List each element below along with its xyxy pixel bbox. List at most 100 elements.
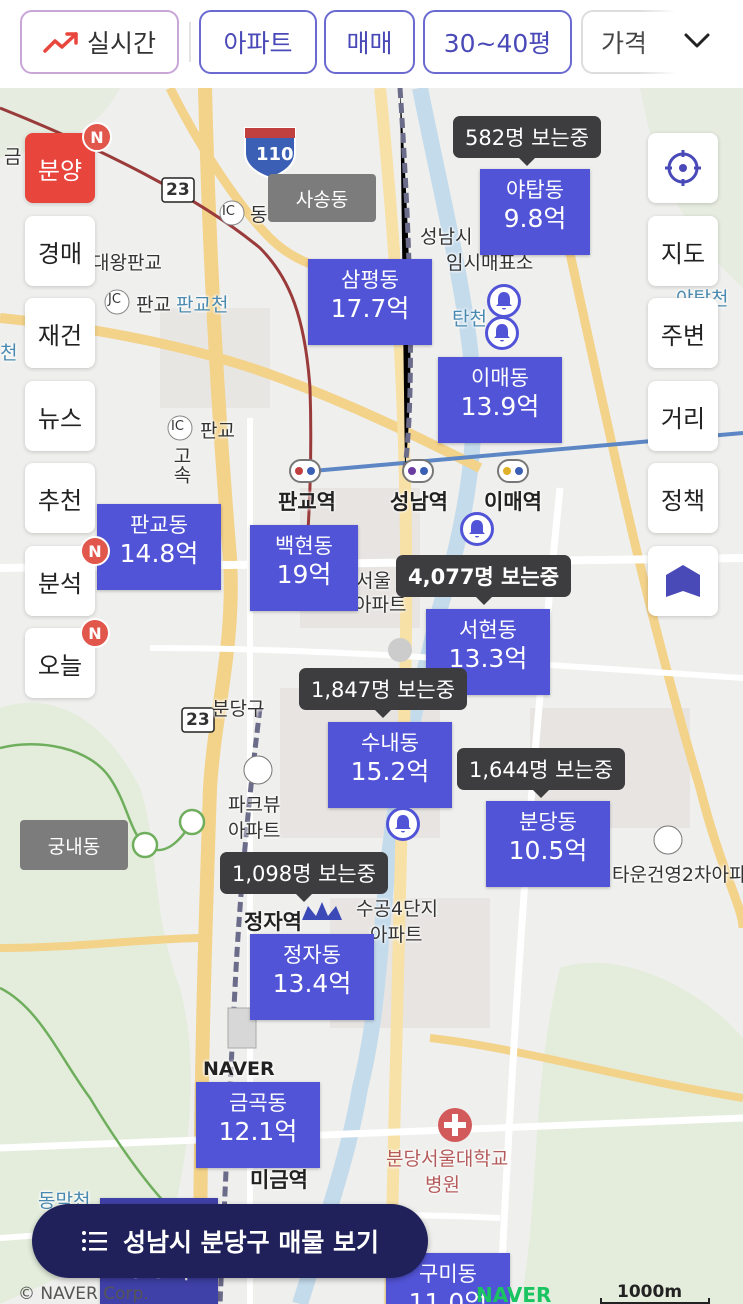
price-marker-baekhyeon[interactable]: 백현동 19억: [250, 525, 358, 611]
map-label-jc: JC: [108, 292, 121, 307]
side-button-map[interactable]: 지도: [648, 216, 718, 286]
side-button-auction[interactable]: 경매: [25, 216, 95, 286]
map-label-sugong: 수공4단지: [356, 898, 439, 920]
bell-icon[interactable]: [460, 512, 494, 546]
locate-button[interactable]: [648, 133, 718, 203]
price-marker-geumgok[interactable]: 금곡동 12.1억: [196, 1082, 320, 1168]
viewers-bubble-jeongja: 1,098명 보는중: [220, 852, 389, 902]
map-label-geum: 금: [4, 146, 22, 168]
price-marker-pangyo[interactable]: 판교동 14.8억: [97, 504, 221, 590]
road-number-110: 110: [256, 144, 294, 165]
viewers-bubble-yatap: 582명 보는중: [453, 116, 602, 166]
map-label-hospital2: 병원: [425, 1174, 460, 1196]
map-label-hospital: 분당서울대학교: [386, 1148, 509, 1170]
marker-price: 19억: [276, 560, 332, 589]
map-label-pangyo-jc: 판교: [136, 294, 171, 316]
marker-name: 이매동: [471, 366, 529, 390]
station-pangyo[interactable]: 판교역: [278, 486, 336, 516]
bell-icon[interactable]: [386, 807, 420, 841]
trending-up-icon: [43, 32, 78, 53]
realtime-chip[interactable]: 실시간: [20, 10, 179, 74]
filter-bar: 실시간 아파트 매매 30~40평 가격: [0, 0, 743, 88]
map-label-cheon: 천: [0, 342, 18, 364]
chevron-down-icon[interactable]: [680, 24, 714, 58]
area-tag-gungnae[interactable]: 궁내동: [20, 820, 128, 870]
marker-name: 판교동: [130, 513, 188, 537]
divider: [189, 22, 191, 62]
marker-name: 정자동: [283, 943, 341, 967]
price-marker-bundang[interactable]: 분당동 10.5억: [486, 801, 610, 887]
naver-logo: NAVER: [476, 1283, 552, 1304]
side-button-news[interactable]: 뉴스: [25, 381, 95, 451]
marker-name: 야탑동: [506, 178, 564, 202]
map-label-pangyo-stream: 판교천: [176, 294, 229, 316]
marker-name: 백현동: [275, 534, 333, 558]
side-button-policy[interactable]: 정책: [648, 463, 718, 533]
price-marker-yatap[interactable]: 야탑동 9.8억: [480, 169, 590, 255]
marker-price: 13.9억: [460, 392, 540, 421]
filter-chip-apartment[interactable]: 아파트: [199, 10, 317, 74]
viewers-bubble-bundang: 1,644명 보는중: [457, 748, 626, 798]
new-badge: N: [80, 618, 110, 648]
map-label-sugong-apt: 아파트: [370, 924, 423, 946]
realtime-label: 실시간: [86, 29, 156, 58]
marker-price: 9.8억: [503, 204, 567, 233]
bell-icon[interactable]: [485, 316, 519, 350]
price-marker-imae[interactable]: 이매동 13.9억: [438, 357, 562, 443]
new-badge: N: [80, 536, 110, 566]
bell-icon[interactable]: [487, 284, 521, 318]
price-marker-sampyeong[interactable]: 삼평동 17.7억: [308, 259, 432, 345]
road-number-23-top: 23: [166, 180, 190, 200]
map-label-pangyo-ic: 판교: [200, 420, 235, 442]
view-listings-button[interactable]: 성남시 분당구 매물 보기: [32, 1204, 428, 1278]
view-listings-label: 성남시 분당구 매물 보기: [122, 1228, 380, 1257]
station-migeum[interactable]: 미금역: [250, 1164, 308, 1194]
map-label-parkview: 파크뷰: [228, 794, 281, 816]
map-label-ic2: IC: [171, 419, 184, 434]
marker-price: 17.7억: [330, 294, 410, 323]
map-copyright: © NAVER Corp.: [18, 1284, 149, 1304]
side-button-recommend[interactable]: 추천: [25, 463, 95, 533]
filter-chip-size[interactable]: 30~40평: [423, 10, 572, 74]
side-button-distance[interactable]: 거리: [648, 381, 718, 451]
map-scale-bar: [600, 1298, 710, 1304]
marker-price: 12.1억: [218, 1117, 298, 1146]
new-badge: N: [82, 122, 112, 152]
map-label-gosok: 고속: [170, 446, 192, 484]
boundary-icon: [666, 565, 700, 597]
map-label-seongnamsi: 성남시: [420, 226, 473, 248]
side-button-rebuild[interactable]: 재건: [25, 298, 95, 368]
area-tag-sasong[interactable]: 사송동: [268, 174, 376, 222]
marker-price: 14.8억: [119, 539, 199, 568]
list-icon: [81, 1231, 107, 1251]
map-label-naver: NAVER: [203, 1058, 275, 1080]
map-label-taun: 타운건영2차아파: [612, 864, 743, 886]
boundary-button[interactable]: [648, 546, 718, 616]
marker-name: 수내동: [361, 731, 419, 755]
marker-name: 분당동: [519, 810, 577, 834]
station-jeongja[interactable]: 정자역: [244, 906, 302, 936]
station-imae[interactable]: 이매역: [484, 486, 542, 516]
station-seongnam[interactable]: 성남역: [390, 486, 448, 516]
map-label-tancheon: 탄천: [452, 308, 487, 330]
map-label-daewang: 대왕판교: [92, 252, 162, 274]
filter-chip-trade[interactable]: 매매: [324, 10, 415, 74]
map-label-parkview-apt: 아파트: [228, 820, 281, 842]
map-label-seoul-apt: 서울: [356, 570, 391, 592]
map-canvas[interactable]: 사송동 궁내동 금 천 대왕판교 JC 판교 판교천 IC 동 IC 판교 고속…: [0, 88, 743, 1304]
viewers-bubble-sunae: 1,847명 보는중: [299, 668, 468, 718]
marker-name: 서현동: [459, 618, 517, 642]
map-label-bundang-gu: 분당구: [212, 698, 265, 720]
map-label-ic1: IC: [222, 204, 235, 219]
road-number-23-bottom: 23: [186, 710, 210, 730]
price-marker-sunae[interactable]: 수내동 15.2억: [328, 722, 452, 808]
marker-price: 10.5억: [508, 836, 588, 865]
crosshair-icon: [665, 150, 701, 186]
marker-name: 삼평동: [341, 268, 399, 292]
price-marker-jeongja[interactable]: 정자동 13.4억: [250, 934, 374, 1020]
side-button-nearby[interactable]: 주변: [648, 298, 718, 368]
marker-price: 15.2억: [350, 757, 430, 786]
marker-name: 금곡동: [229, 1091, 287, 1115]
viewers-bubble-seohyeon: 4,077명 보는중: [396, 555, 572, 605]
map-label-ic-dong: 동: [250, 204, 268, 226]
